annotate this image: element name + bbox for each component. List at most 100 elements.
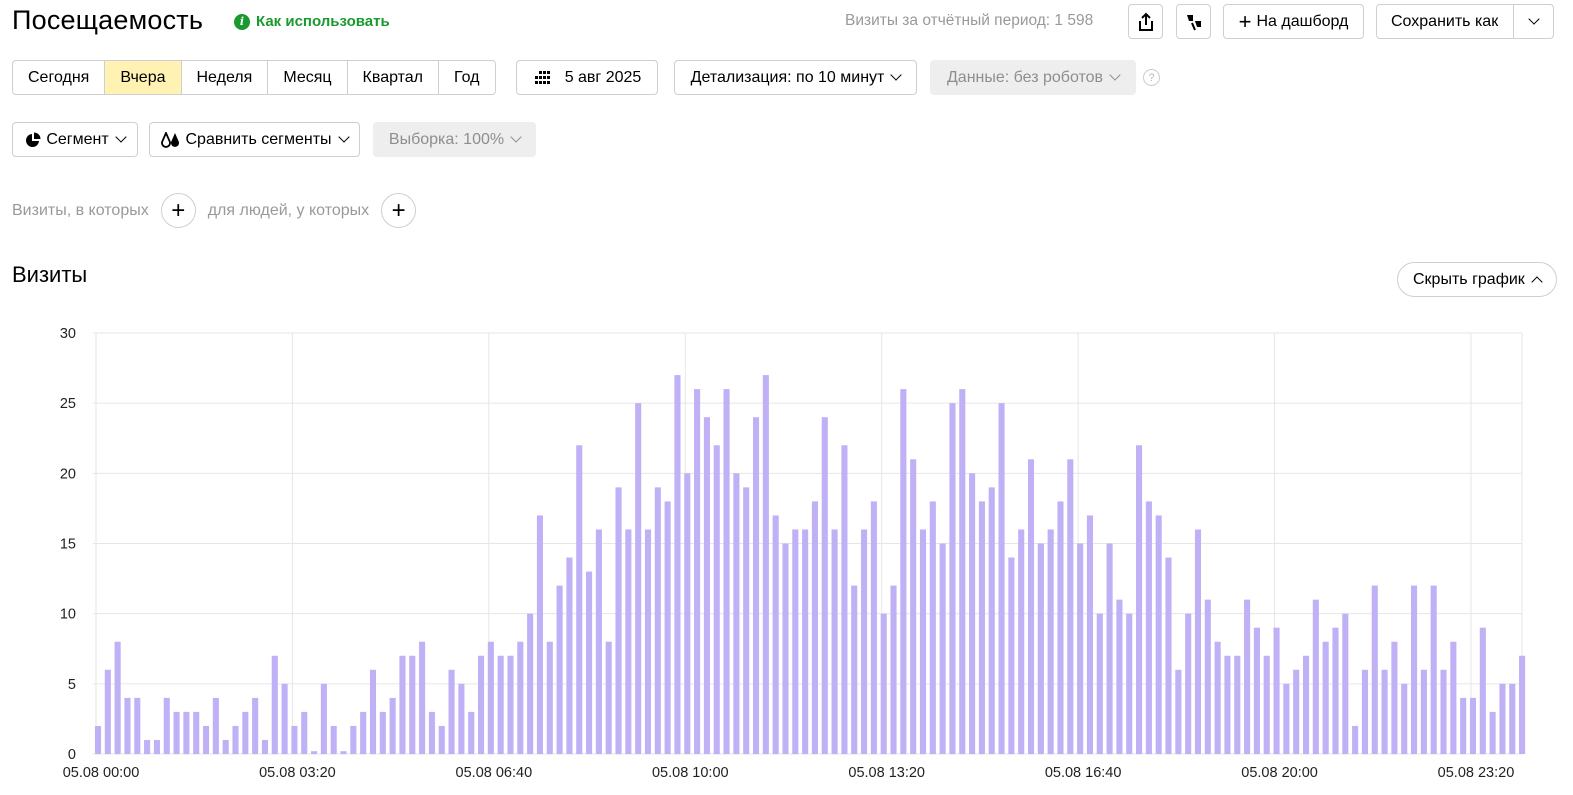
chart-bar — [566, 557, 573, 754]
chart-bar — [104, 669, 111, 754]
chart-bar — [723, 389, 730, 754]
feedback-button[interactable] — [1176, 4, 1211, 39]
data-filter-dropdown[interactable]: Данные: без роботов — [930, 60, 1136, 95]
sample-dropdown[interactable]: Выборка: 100% — [373, 122, 536, 157]
chart-bar — [1244, 599, 1251, 754]
chart-bar — [625, 529, 632, 754]
chart-bar — [1086, 515, 1093, 754]
period-week[interactable]: Неделя — [182, 61, 269, 94]
period-quarter[interactable]: Квартал — [348, 61, 440, 94]
chart-bar — [369, 669, 377, 754]
segment-label: Сегмент — [46, 130, 109, 148]
chart-bar — [1027, 459, 1035, 754]
chart-bar — [1273, 627, 1280, 754]
chart-bar — [546, 641, 553, 754]
chart-bar — [988, 487, 995, 754]
chart-bar — [222, 739, 229, 754]
x-tick-label: 05.08 03:20 — [259, 765, 336, 781]
chart-bar — [1371, 585, 1378, 754]
chart-bar — [1381, 669, 1388, 754]
chart-bar — [202, 725, 210, 754]
chart-bar — [1165, 557, 1172, 754]
segment-dropdown[interactable]: Сегмент — [12, 122, 138, 157]
visits-total: Визиты за отчётный период: 1 598 — [845, 12, 1094, 29]
chart-bar — [536, 515, 544, 754]
help-icon[interactable]: ? — [1143, 69, 1160, 86]
export-button[interactable] — [1128, 4, 1163, 39]
chart-bar — [1293, 669, 1300, 754]
detail-dropdown[interactable]: Детализация: по 10 минут — [674, 60, 917, 95]
chart-bar — [487, 641, 494, 754]
period-selector: Сегодня Вчера Неделя Месяц Квартал Год — [12, 60, 496, 95]
chart-bar — [1204, 599, 1211, 754]
x-tick-label: 05.08 13:20 — [848, 765, 925, 781]
x-tick-label: 05.08 00:00 — [63, 765, 140, 781]
compare-segments-dropdown[interactable]: Сравнить сегменты — [149, 122, 360, 157]
period-yesterday[interactable]: Вчера — [105, 61, 182, 94]
chart-bar — [468, 711, 475, 754]
chart-bar — [114, 641, 121, 754]
chart-bar — [1420, 669, 1427, 754]
chart-bar — [1234, 655, 1241, 754]
chart-bar — [144, 739, 151, 754]
how-to-use-link[interactable]: i Как использовать — [234, 13, 390, 30]
chart-bar — [320, 683, 327, 754]
filter-line: Визиты, в которых + для людей, у которых… — [12, 193, 428, 228]
add-people-filter-button[interactable]: + — [381, 193, 417, 228]
chart-bar — [861, 529, 868, 754]
chart-bar — [1469, 697, 1477, 754]
chart-bar — [497, 655, 504, 754]
save-as-dropdown[interactable] — [1513, 5, 1553, 38]
chart-bar — [664, 501, 671, 754]
chart-bar — [929, 501, 936, 754]
chart-bar — [1401, 683, 1408, 754]
chart-bar — [1283, 683, 1290, 754]
chart-bar — [900, 389, 907, 754]
chart-bar — [242, 711, 249, 754]
chart-bar — [733, 473, 740, 754]
chart-bar — [350, 725, 357, 754]
chart-bar — [1489, 711, 1496, 754]
period-year[interactable]: Год — [439, 61, 494, 94]
chart-bar — [556, 585, 563, 754]
hide-chart-button[interactable]: Скрыть график — [1397, 262, 1557, 297]
y-tick-label: 5 — [68, 677, 76, 693]
y-tick-label: 0 — [68, 747, 76, 763]
y-tick-label: 20 — [60, 466, 76, 482]
chart-bar — [674, 375, 681, 754]
period-today[interactable]: Сегодня — [13, 61, 106, 94]
chart-bar — [1185, 613, 1192, 754]
share-icon — [1138, 12, 1153, 31]
compare-segments-label: Сравнить сегменты — [185, 130, 332, 148]
visits-chart: 0 5 10 15 20 25 30 05.08 00:00 05.08 03:20 05.08 … — [60, 326, 1526, 781]
x-tick-label: 05.08 06:40 — [456, 765, 533, 781]
add-to-dashboard-button[interactable]: + На дашборд — [1223, 4, 1364, 39]
chart-bar — [301, 711, 308, 754]
save-as-button[interactable]: Сохранить как — [1376, 4, 1554, 39]
chart-bar — [1126, 613, 1133, 754]
chart-bar — [1037, 543, 1044, 754]
x-tick-label: 05.08 23:20 — [1438, 765, 1515, 781]
chart-bar — [851, 585, 858, 754]
date-picker-button[interactable]: 5 авг 2025 — [516, 60, 658, 95]
date-label: 5 авг 2025 — [564, 68, 642, 86]
add-visits-filter-button[interactable]: + — [160, 193, 196, 228]
chart-bar — [448, 669, 455, 754]
chart-bar — [772, 515, 779, 754]
pie-icon — [26, 132, 41, 147]
chart-bar — [527, 613, 534, 754]
chart-bar — [1047, 529, 1054, 754]
how-to-use-label: Как использовать — [256, 13, 390, 30]
chart-bar — [124, 697, 131, 754]
chart-bar — [1440, 669, 1447, 754]
chevron-down-icon — [1527, 13, 1540, 25]
period-month[interactable]: Месяц — [268, 61, 348, 94]
chart-bar — [978, 501, 985, 754]
chart-bar — [134, 697, 141, 754]
chart-bar — [1096, 613, 1103, 754]
chevron-down-icon — [1109, 69, 1121, 81]
chart-bar — [409, 655, 416, 754]
chart-bar — [743, 487, 750, 754]
chart-bar — [360, 711, 367, 754]
chevron-down-icon — [115, 131, 127, 143]
